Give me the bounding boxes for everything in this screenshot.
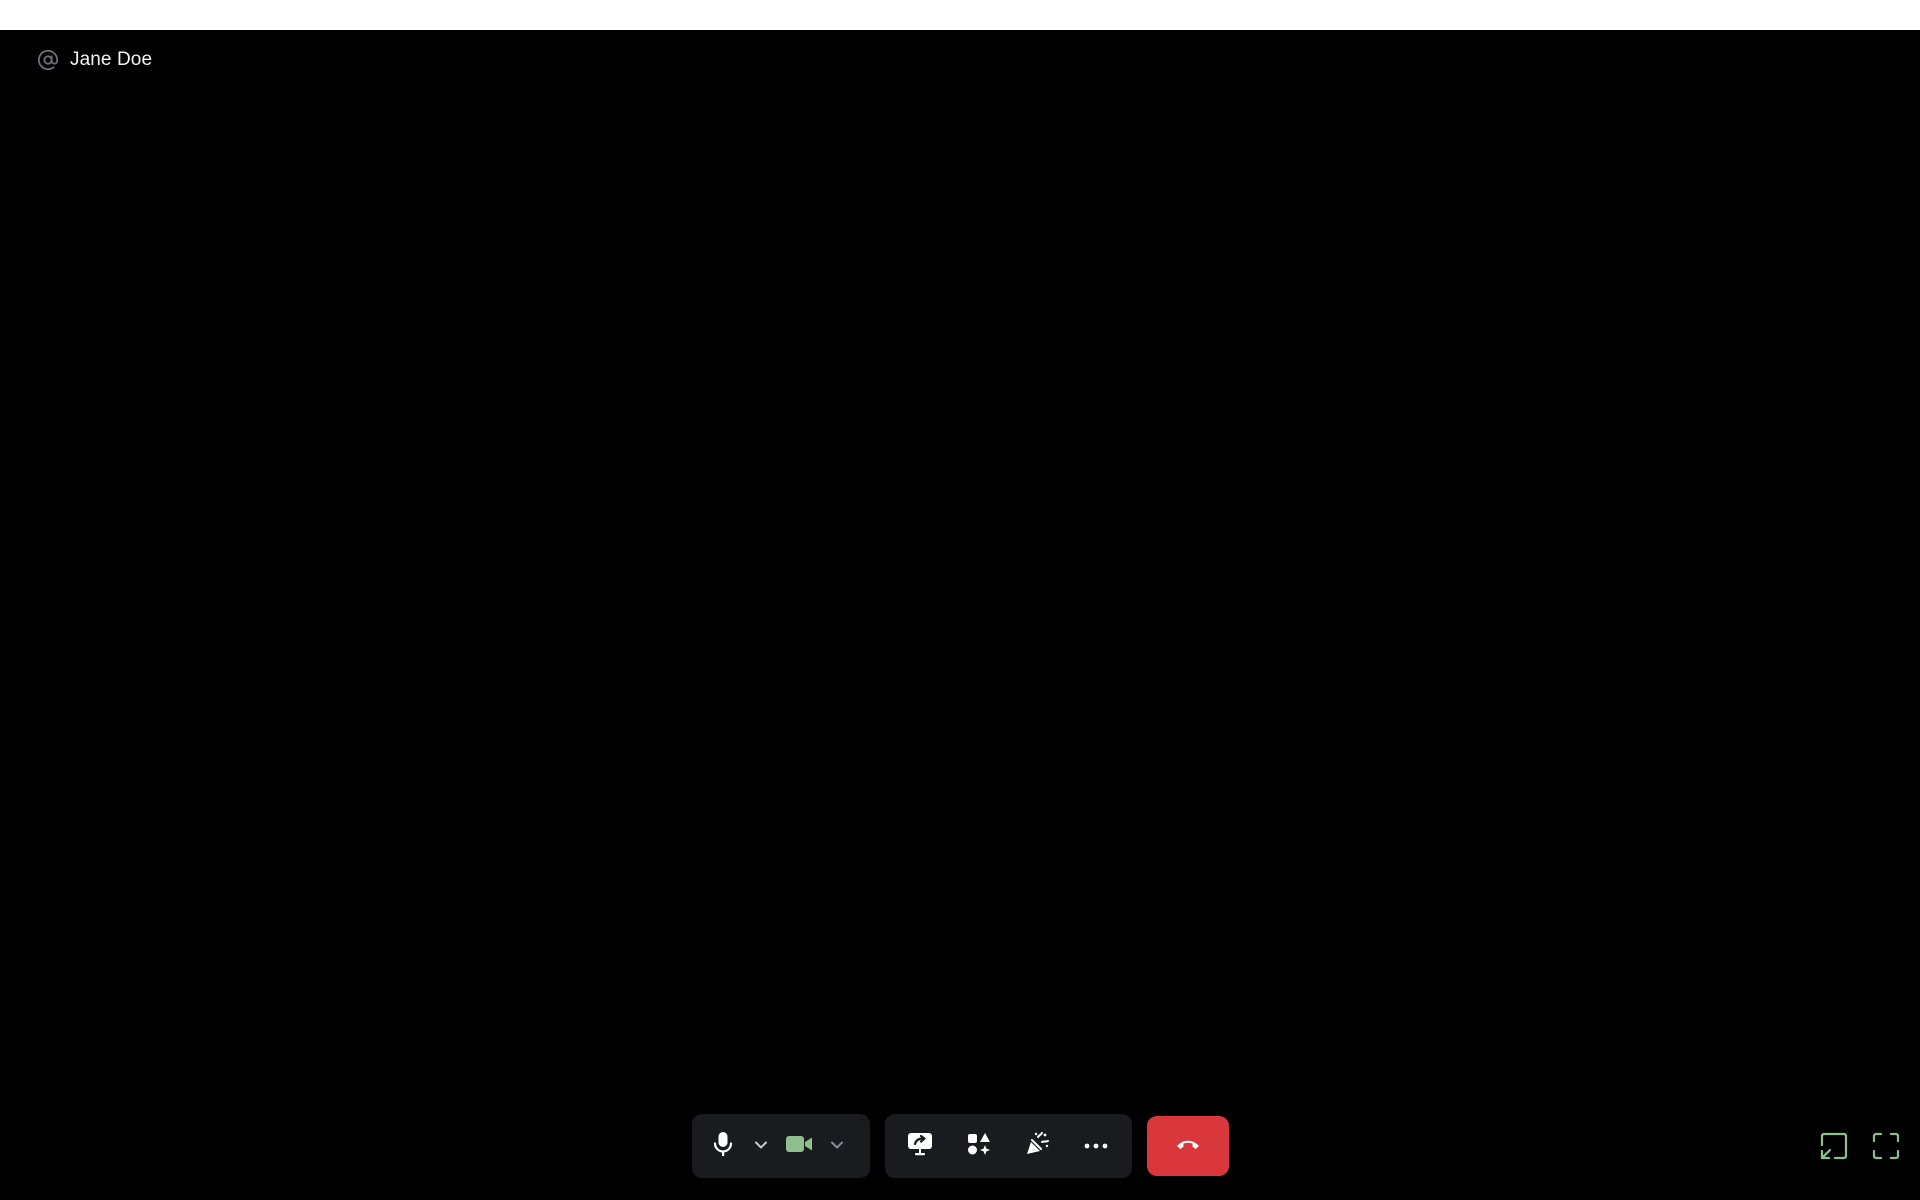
call-control-bar	[0, 1114, 1920, 1178]
call-stage: Jane Doe	[0, 30, 1920, 1200]
popout-icon	[1819, 1131, 1849, 1166]
fullscreen-icon	[1871, 1131, 1901, 1166]
call-header: Jane Doe	[36, 48, 152, 72]
microphone-button[interactable]	[698, 1122, 748, 1170]
more-button[interactable]	[1072, 1122, 1120, 1170]
action-controls-group	[884, 1114, 1132, 1178]
channel-name: Jane Doe	[70, 49, 153, 70]
more-icon	[1083, 1137, 1109, 1155]
window-top-strip	[0, 0, 1920, 30]
fullscreen-button[interactable]	[1870, 1132, 1902, 1164]
disconnect-button[interactable]	[1146, 1116, 1229, 1176]
soundboard-button[interactable]	[1013, 1122, 1061, 1170]
camera-button[interactable]	[774, 1122, 824, 1170]
microphone-icon	[712, 1131, 734, 1162]
camera-options-button[interactable]	[824, 1122, 850, 1170]
popout-button[interactable]	[1818, 1132, 1850, 1164]
activities-button[interactable]	[955, 1122, 1003, 1170]
screen-share-button[interactable]	[896, 1122, 944, 1170]
hangup-icon	[1175, 1137, 1201, 1156]
microphone-options-button[interactable]	[748, 1122, 774, 1170]
chevron-down-icon	[830, 1137, 844, 1155]
screen-share-icon	[907, 1131, 933, 1162]
at-icon	[36, 48, 60, 72]
soundboard-icon	[1024, 1131, 1050, 1162]
view-controls	[1818, 1132, 1902, 1164]
video-camera-icon	[785, 1134, 813, 1159]
media-controls-group	[691, 1114, 870, 1178]
activities-icon	[966, 1131, 992, 1162]
chevron-down-icon	[754, 1137, 768, 1155]
